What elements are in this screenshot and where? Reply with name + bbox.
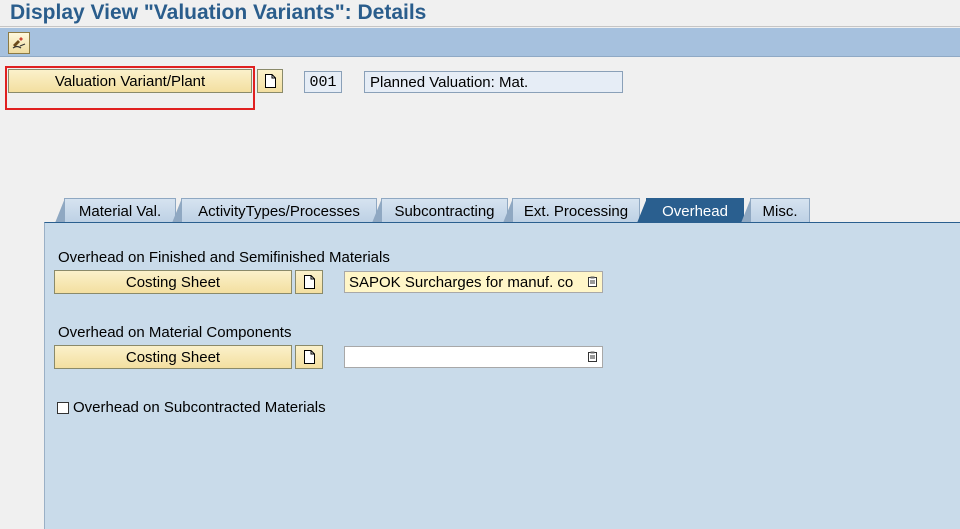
tab-label: Ext. Processing <box>523 202 629 220</box>
tab-label: Overhead <box>662 202 728 220</box>
tab-misc[interactable]: Misc. <box>741 198 810 223</box>
subcontracted-overhead-label: Overhead on Subcontracted Materials <box>73 399 326 416</box>
display-change-button[interactable] <box>8 32 30 54</box>
tab-label: Subcontracting <box>394 202 495 220</box>
document-icon <box>264 74 276 88</box>
subcontracted-overhead-checkbox[interactable] <box>57 402 69 414</box>
valuation-variant-description: Planned Valuation: Mat. <box>364 71 623 93</box>
tab-material-val[interactable]: Material Val. <box>55 198 176 223</box>
tab-ext-processing[interactable]: Ext. Processing <box>503 198 640 223</box>
tab-label: Misc. <box>762 202 798 220</box>
value-help-icon[interactable] <box>588 351 597 362</box>
overhead-tab-panel <box>44 222 960 529</box>
display-change-icon <box>12 37 26 49</box>
application-toolbar <box>0 28 960 57</box>
finished-materials-section-label: Overhead on Finished and Semifinished Ma… <box>58 249 390 266</box>
highlight-box <box>5 66 255 110</box>
tab-overhead[interactable]: Overhead <box>637 198 744 223</box>
value-help-icon[interactable] <box>588 276 597 287</box>
components-costing-sheet-field[interactable] <box>344 346 603 368</box>
material-components-section-label: Overhead on Material Components <box>58 324 292 341</box>
finished-costing-sheet-value: SAPOK Surcharges for manuf. co <box>349 273 574 291</box>
title-divider <box>0 26 960 27</box>
valuation-variant-code: 001 <box>304 71 342 93</box>
tab-label: Material Val. <box>78 202 162 220</box>
document-icon <box>303 350 315 364</box>
tab-subcontracting[interactable]: Subcontracting <box>372 198 508 223</box>
tab-activitytypes-processes[interactable]: ActivityTypes/Processes <box>172 198 377 223</box>
document-icon <box>303 275 315 289</box>
finished-costing-sheet-field[interactable]: SAPOK Surcharges for manuf. co <box>344 271 603 293</box>
finished-costing-sheet-button[interactable]: Costing Sheet <box>54 270 292 294</box>
page-title: Display View "Valuation Variants": Detai… <box>10 1 427 24</box>
finished-costing-sheet-detail-button[interactable] <box>295 270 323 294</box>
document-detail-button[interactable] <box>257 69 283 93</box>
components-costing-sheet-detail-button[interactable] <box>295 345 323 369</box>
tab-label: ActivityTypes/Processes <box>198 202 360 220</box>
components-costing-sheet-button[interactable]: Costing Sheet <box>54 345 292 369</box>
